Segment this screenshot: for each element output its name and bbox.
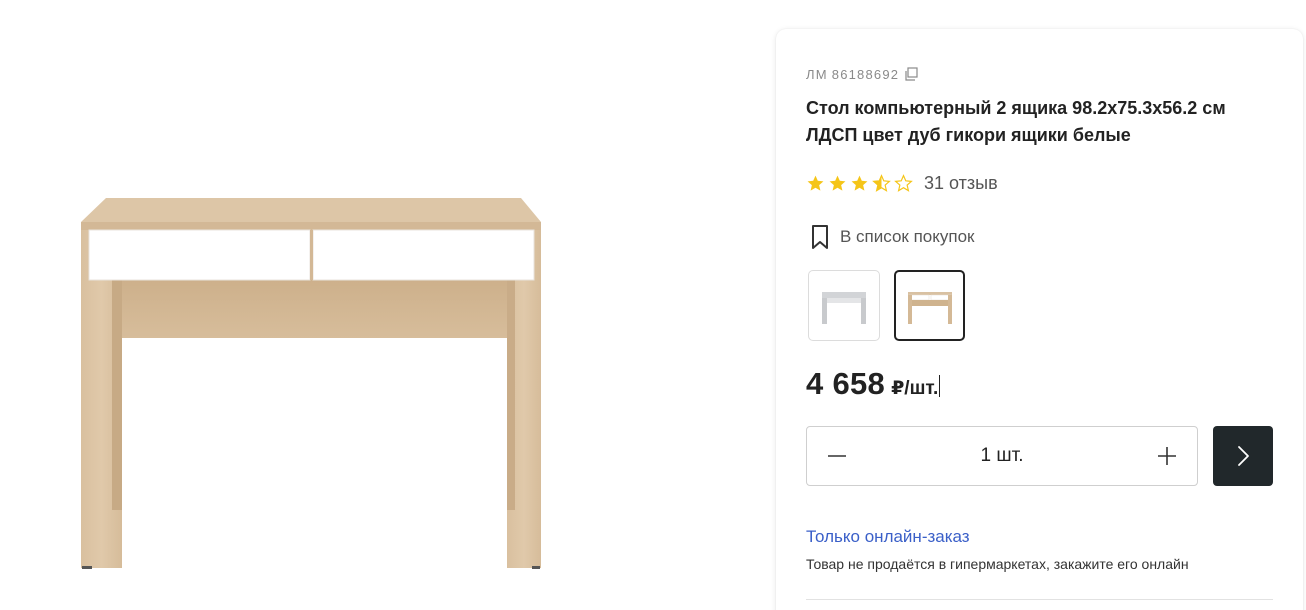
article-number: ЛМ 86188692	[806, 66, 919, 82]
star-full-icon	[851, 175, 868, 191]
product-image[interactable]	[0, 0, 776, 610]
text-cursor	[939, 375, 941, 397]
desk-white-thumbnail	[822, 291, 866, 324]
online-only-note: Товар не продаётся в гипермаркетах, зака…	[806, 556, 1189, 572]
reviews-count[interactable]: 31 отзыв	[924, 173, 998, 194]
copy-icon[interactable]	[903, 66, 919, 82]
star-half-icon	[872, 174, 891, 192]
product-card: ЛМ 86188692 Стол компьютерный 2 ящика 98…	[776, 29, 1303, 610]
star-full-icon	[807, 175, 824, 191]
article-value: 86188692	[831, 66, 900, 82]
chevron-right-icon	[1238, 446, 1249, 466]
price-unit: ₽/шт.	[891, 378, 939, 399]
price-value: 4 658	[806, 366, 886, 401]
bookmark-icon	[812, 225, 828, 249]
divider	[806, 599, 1273, 600]
increase-quantity-button[interactable]	[1137, 427, 1197, 485]
star-empty-icon	[894, 174, 913, 192]
quantity-stepper[interactable]: 1 шт.	[806, 426, 1198, 486]
variant-hickory-oak[interactable]	[894, 270, 965, 341]
online-only-link[interactable]: Только онлайн-заказ	[806, 527, 970, 547]
add-to-cart-button[interactable]	[1213, 426, 1273, 486]
minus-icon	[828, 455, 846, 457]
product-rating[interactable]: 31 отзыв	[806, 173, 998, 194]
shopping-list-label: В список покупок	[840, 227, 975, 246]
add-to-shopping-list-button[interactable]: В список покупок	[810, 224, 974, 250]
article-prefix: ЛМ	[806, 66, 828, 82]
price: 4 658 ₽/шт.	[806, 366, 941, 402]
quantity-value[interactable]: 1 шт.	[981, 445, 1024, 467]
desk-illustration	[81, 198, 541, 569]
decrease-quantity-button[interactable]	[807, 427, 867, 485]
star-full-icon	[829, 175, 846, 191]
desk-oak-thumbnail	[907, 291, 952, 324]
variant-white[interactable]	[808, 270, 880, 341]
plus-icon	[1158, 447, 1176, 465]
product-title: Стол компьютерный 2 ящика 98.2x75.3x56.2…	[806, 98, 1226, 145]
product-page: ЛМ 86188692 Стол компьютерный 2 ящика 98…	[0, 0, 1306, 610]
rating-stars	[806, 174, 913, 193]
color-variants	[808, 270, 965, 341]
